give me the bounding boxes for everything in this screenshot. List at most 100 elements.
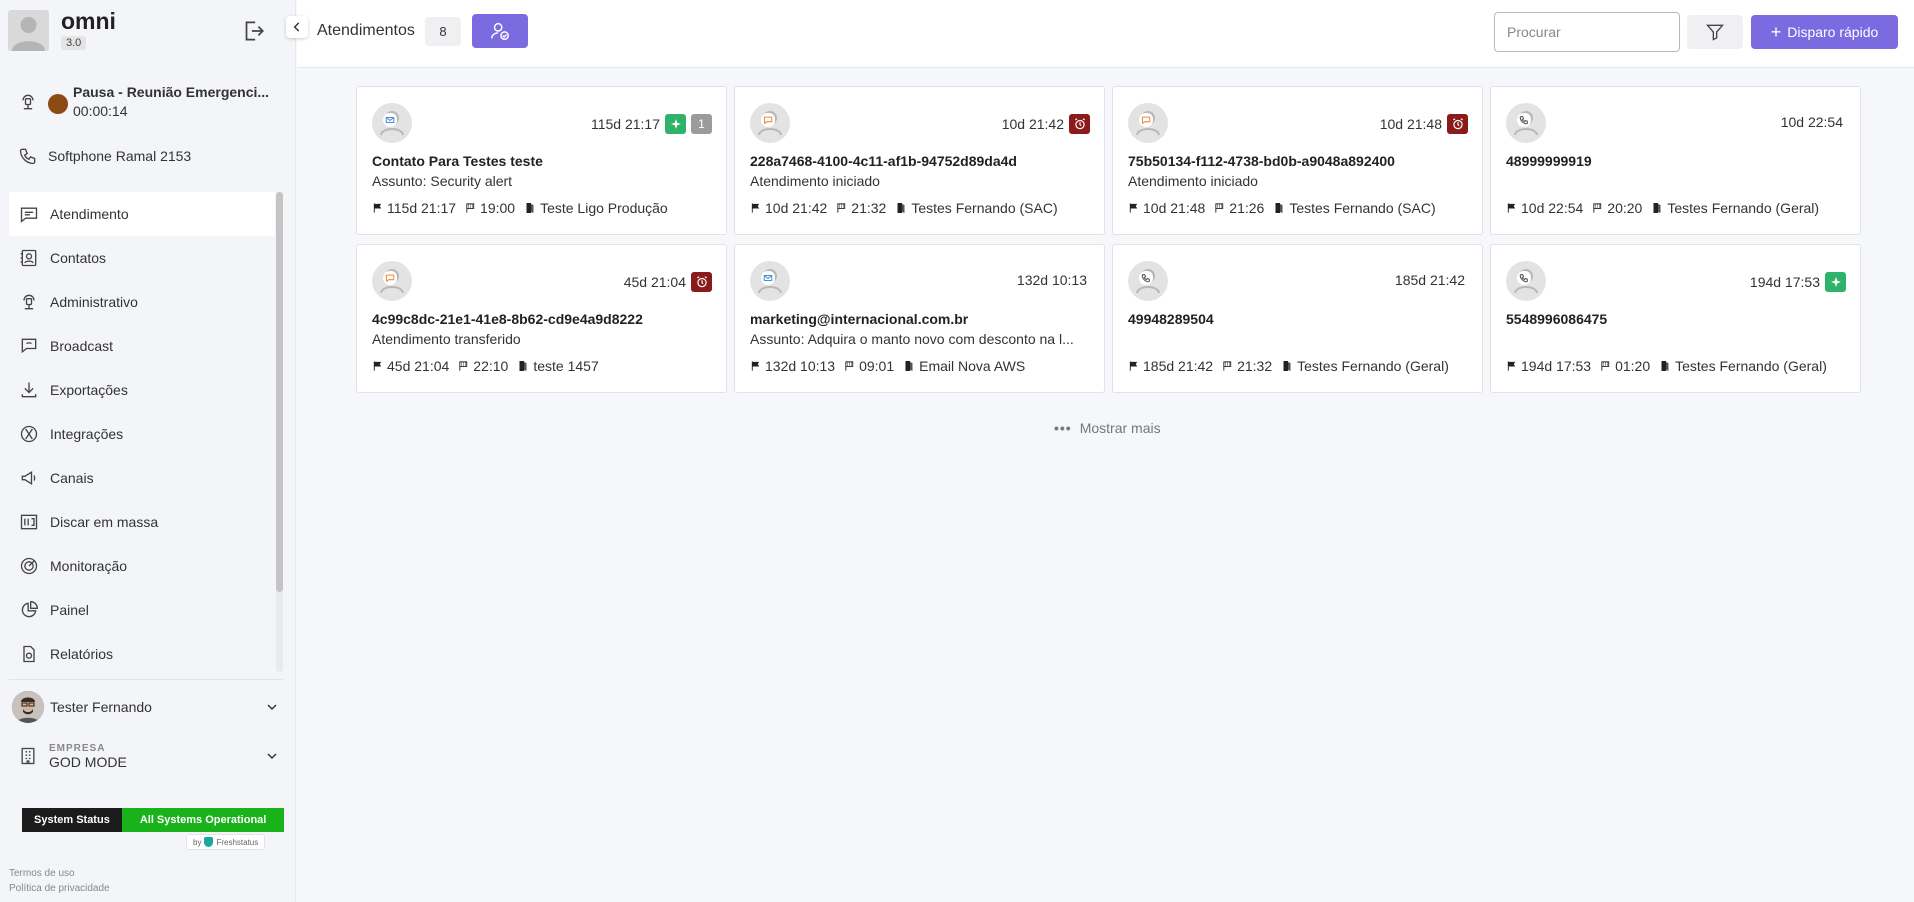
sidebar-item-integracoes[interactable]: Integrações [9, 412, 275, 456]
conversation-card[interactable]: 185d 21:42 49948289504 185d 21:42 21:32 Test… [1112, 244, 1483, 393]
checkered-flag-icon [459, 361, 468, 371]
conversation-card[interactable]: 45d 21:04 4c99c8dc-21e1-41e8-8b62-cd9e4a9… [356, 244, 727, 393]
chevron-down-icon[interactable] [264, 748, 280, 764]
sidebar-item-atendimento[interactable]: Atendimento [9, 192, 275, 236]
meta-start-time: 115d 21:17 [387, 200, 457, 216]
card-header-right: 132d 10:13 [1017, 272, 1090, 288]
top-bar: Atendimentos 8 + Disparo rápido [297, 0, 1914, 68]
channel-email-badge [383, 113, 397, 127]
meta-wait-time: 19:00 [480, 200, 516, 216]
sidebar-item-label: Relatórios [50, 646, 114, 662]
channel-email-badge [761, 271, 775, 285]
chat-icon [763, 116, 773, 125]
email-icon [385, 116, 395, 124]
sidebar-item-broadcast[interactable]: Broadcast [9, 324, 275, 368]
door-icon [1275, 203, 1283, 213]
meta-queue: Testes Fernando (SAC) [911, 200, 1058, 216]
conversation-card[interactable]: 10d 22:54 48999999919 10d 22:54 20:20 Testes… [1490, 86, 1861, 235]
system-status-widget[interactable]: System Status All Systems Operational [22, 808, 285, 832]
alarm-clock-icon [1447, 114, 1468, 134]
conversation-card[interactable]: 115d 21:17 1 Contato Para Testes teste Assu… [356, 86, 727, 235]
privacy-link[interactable]: Política de privacidade [9, 881, 110, 896]
user-check-icon [491, 22, 509, 40]
sidebar-item-label: Administrativo [50, 294, 138, 310]
assign-button[interactable] [472, 14, 528, 48]
sidebar-item-label: Canais [50, 470, 94, 486]
softphone[interactable]: Softphone Ramal 2153 [18, 146, 191, 166]
company-selector[interactable]: EMPRESA GOD MODE [18, 738, 280, 774]
sidebar-item-painel[interactable]: Painel [9, 588, 275, 632]
card-meta: 10d 21:48 21:26 Testes Fernando (SAC) [1128, 200, 1436, 216]
meta-wait-time: 21:32 [851, 200, 887, 216]
card-meta: 10d 21:42 21:32 Testes Fernando (SAC) [750, 200, 1058, 216]
elapsed-time: 194d 17:53 [1749, 274, 1820, 290]
door-icon [526, 203, 534, 213]
sidebar-nav: Atendimento Contatos Administrativo Broa… [9, 192, 275, 672]
sidebar: omni 3.0 Pausa - Reunião Emergenci... 00… [0, 0, 296, 902]
sidebar-scrollbar[interactable] [276, 192, 283, 672]
meta-queue: Testes Fernando (SAC) [1289, 200, 1436, 216]
count-badge: 8 [425, 17, 461, 46]
card-meta: 132d 10:13 09:01 Email Nova AWS [750, 358, 1025, 374]
softphone-label: Softphone Ramal 2153 [48, 148, 192, 164]
checkered-flag-icon [1601, 361, 1610, 371]
meta-start-time: 10d 21:48 [1143, 200, 1206, 216]
phone-icon [1519, 116, 1528, 125]
sidebar-item-exportacoes[interactable]: Exportações [9, 368, 275, 412]
terms-link[interactable]: Termos de uso [9, 866, 110, 881]
sidebar-item-canais[interactable]: Canais [9, 456, 275, 500]
headset-icon [22, 94, 34, 110]
sidebar-item-label: Monitoração [50, 558, 128, 574]
chat-icon [385, 274, 395, 283]
freshstatus-name: Freshstatus [216, 837, 259, 847]
flag-icon [1507, 203, 1516, 213]
quick-dispatch-button[interactable]: + Disparo rápido [1751, 15, 1898, 49]
org-avatar [8, 9, 49, 51]
card-header-right: 115d 21:17 1 [591, 114, 712, 134]
flag-icon [751, 203, 760, 213]
conversation-card[interactable]: 194d 17:53 5548996086475 194d 17:53 01:20 Te… [1490, 244, 1861, 393]
search-input[interactable] [1494, 12, 1680, 52]
chevron-down-icon[interactable] [264, 699, 280, 715]
checkered-flag-icon [1593, 203, 1602, 213]
checkered-flag-icon [837, 203, 846, 213]
sidebar-item-contatos[interactable]: Contatos [9, 236, 275, 280]
channel-chat-badge [761, 113, 775, 127]
pause-status[interactable]: Pausa - Reunião Emergenci... 00:00:14 [18, 84, 269, 119]
elapsed-time: 185d 21:42 [1394, 272, 1465, 288]
phone-icon [1519, 274, 1528, 283]
logout-icon[interactable] [240, 18, 266, 44]
sidebar-item-discar-em-massa[interactable]: Discar em massa [9, 500, 275, 544]
card-meta: 45d 21:04 22:10 teste 1457 [372, 358, 599, 374]
channel-phone-badge [1517, 113, 1531, 127]
quick-dispatch-label: Disparo rápido [1787, 24, 1879, 40]
building-icon [21, 747, 35, 765]
flag-icon [1129, 361, 1138, 371]
elapsed-time: 115d 21:17 [590, 116, 660, 132]
door-icon [1283, 361, 1291, 371]
sidebar-item-administrativo[interactable]: Administrativo [9, 280, 275, 324]
meta-wait-time: 01:20 [1615, 358, 1651, 374]
collapse-sidebar-button[interactable] [286, 16, 308, 38]
conversation-card[interactable]: 10d 21:42 228a7468-4100-4c11-af1b-94752d8… [734, 86, 1105, 235]
flag-icon [373, 361, 382, 371]
contact-card-icon [20, 249, 37, 267]
freshstatus-badge[interactable]: by Freshstatus [186, 834, 266, 850]
scrollbar-thumb[interactable] [276, 192, 283, 592]
user-menu[interactable]: Tester Fernando [12, 690, 280, 724]
door-icon [897, 203, 905, 213]
new-badge-icon [665, 114, 686, 134]
card-meta: 115d 21:17 19:00 Teste Ligo Produção [372, 200, 668, 216]
conversation-card[interactable]: 132d 10:13 marketing@internacional.com.br… [734, 244, 1105, 393]
conversation-card[interactable]: 10d 21:48 75b50134-f112-4738-bd0b-a9048a8… [1112, 86, 1483, 235]
meta-wait-time: 09:01 [859, 358, 895, 374]
meta-start-time: 194d 17:53 [1521, 358, 1592, 374]
sidebar-item-label: Discar em massa [50, 514, 159, 530]
sidebar-item-relatorios[interactable]: Relatórios [9, 632, 275, 672]
filter-button[interactable] [1687, 15, 1743, 49]
meta-wait-time: 22:10 [473, 358, 509, 374]
card-subtitle: Atendimento iniciado [750, 173, 880, 189]
sidebar-item-monitoracao[interactable]: Monitoração [9, 544, 275, 588]
card-meta: 10d 22:54 20:20 Testes Fernando (Geral) [1506, 200, 1819, 216]
show-more-button[interactable]: ••• Mostrar mais [1054, 420, 1161, 436]
